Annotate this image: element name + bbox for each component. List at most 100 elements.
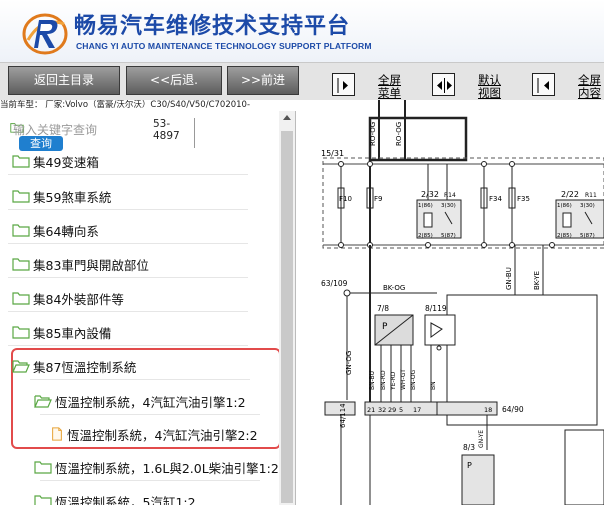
code-line: 53- (153, 118, 171, 130)
fuse-label: F34 (489, 195, 502, 203)
tree-item-climate-4cyl-petrol-1[interactable]: 恆溫控制系統，4汽缸汽油引擎1:2 (34, 391, 246, 411)
wire-label: BN-RD (380, 370, 387, 390)
tree-item-label: 集59煞車系統 (33, 189, 112, 205)
document-icon (52, 427, 62, 441)
folder-icon (12, 155, 30, 168)
search-result-code: 53- 4897 (153, 118, 195, 148)
divider (8, 209, 248, 210)
wire-label: WH-GT (400, 369, 407, 390)
tree-scrollbar[interactable] (279, 111, 295, 505)
tree-item-label: 恆溫控制系統，4汽缸汽油引擎1:2 (55, 394, 246, 410)
tree-item-label: 集83車門與開啟部位 (33, 257, 149, 273)
fuse-label: F35 (517, 195, 530, 203)
divider (40, 480, 260, 481)
bus-label: 15/31 (321, 149, 344, 158)
folder-open-icon (34, 395, 52, 408)
scroll-thumb[interactable] (281, 131, 293, 503)
folder-icon (34, 495, 52, 505)
toolbar: 返回主目录 <<后退. >>前进 全屏菜单 默认视图 全屏内容 (0, 62, 604, 100)
folder-icon (12, 326, 30, 339)
folder-icon (12, 190, 30, 203)
folder-icon (12, 292, 30, 305)
search-button[interactable]: 查询 (19, 136, 63, 151)
tree-item-climate-5cyl-1[interactable]: 恆溫控制系統，5汽缸1:2 (34, 491, 196, 505)
tree-item-transmission[interactable]: 集49变速箱 (12, 151, 99, 171)
wire-label: RO-OG (395, 122, 403, 146)
home-button[interactable]: 返回主目录 (8, 66, 120, 95)
current-model-bar: 当前车型： 厂家:Volvo（富豪/沃尔沃）C30/S40/V50/C70201… (0, 100, 296, 111)
divider (8, 277, 248, 278)
tree-item-brakes[interactable]: 集59煞車系統 (12, 186, 111, 206)
tree-item-interior[interactable]: 集85車內設備 (12, 322, 111, 342)
tree-item-climate-4cyl-petrol-2[interactable]: 恆溫控制系統，4汽缸汽油引擎2:2 (50, 424, 258, 444)
component-label: 8/119 (425, 304, 447, 313)
fullscreen-menu-link[interactable]: 全屏菜单 (378, 74, 404, 100)
tree-item-label: 恆溫控制系統，5汽缸1:2 (55, 494, 196, 505)
folder-open-icon (12, 360, 30, 373)
pin-number: 5 (399, 406, 403, 414)
pin-number: 17 (413, 406, 421, 414)
tree-item-climate-diesel-1[interactable]: 恆溫控制系統，1.6L與2.0L柴油引擎1:2 (34, 457, 279, 477)
fullscreen-content-link[interactable]: 全屏内容 (578, 74, 604, 100)
ground-label: 63/109 (321, 279, 348, 288)
connector-label: 64/90 (502, 405, 524, 414)
app-header: 畅易汽车维修技术支持平台 CHANG YI AUTO MAINTENANCE T… (0, 0, 604, 62)
scroll-up-arrow-icon[interactable] (279, 111, 295, 125)
wire-label: GN-YE (478, 430, 485, 448)
pin-number: 32 (378, 406, 386, 414)
app-subtitle: CHANG YI AUTO MAINTENANCE TECHNOLOGY SUP… (76, 41, 372, 51)
divider (40, 414, 260, 415)
relay-pin: 5(87) (580, 233, 595, 239)
folder-icon (34, 461, 52, 474)
default-view-link[interactable]: 默认视图 (478, 74, 504, 100)
component-letter: P (467, 461, 472, 470)
default-view-icon[interactable] (432, 73, 455, 96)
tree-item-exterior[interactable]: 集84外裝部件等 (12, 288, 124, 308)
code-line: 4897 (153, 130, 180, 142)
forward-button[interactable]: >>前进 (227, 66, 299, 95)
divider (8, 311, 248, 312)
fullscreen-content-icon[interactable] (532, 73, 555, 96)
folder-icon (12, 258, 30, 271)
tree-item-climate-control[interactable]: 集87恆溫控制系統 (12, 356, 136, 376)
tree-item-label: 集49变速箱 (33, 154, 99, 170)
wiring-diagram-viewer: RO-OG RO-OG 15/31 F10 F9 F34 F35 2/32 R1… (297, 100, 604, 505)
relay-pin: 5(87) (441, 233, 456, 239)
divider (8, 345, 248, 346)
tree-item-label: 集87恆溫控制系統 (33, 359, 137, 375)
tree-item-steering[interactable]: 集64轉向系 (12, 220, 99, 240)
wire-label: YE-RD (390, 371, 397, 391)
component-letter: P (382, 322, 388, 332)
wiring-diagram: RO-OG RO-OG 15/31 F10 F9 F34 F35 2/32 R1… (321, 100, 604, 505)
relay-ref: R14 (444, 192, 456, 199)
pin-number: 21 (367, 406, 375, 414)
tree-item-label: 集85車內設備 (33, 325, 112, 341)
tree-item-label: 恆溫控制系統，1.6L與2.0L柴油引擎1:2 (55, 460, 279, 476)
platform-logo (22, 13, 68, 55)
pin-number: 18 (484, 406, 492, 414)
back-button[interactable]: <<后退. (126, 66, 222, 95)
relay-pin: 3(30) (580, 203, 595, 209)
folder-icon (12, 224, 30, 237)
connector-label: 64/114 (339, 403, 347, 428)
tree-item-label: 集84外裝部件等 (33, 291, 124, 307)
catalog-tree-pane: 集49变速箱 集59煞車系統 集64轉向系 集83車門與開啟部位 集84外裝部件… (0, 111, 296, 505)
fuse-label: F9 (374, 195, 382, 203)
tree-item-label: 恆溫控制系統，4汽缸汽油引擎2:2 (67, 427, 258, 443)
divider (8, 243, 248, 244)
wire-label: RO-OG (369, 122, 377, 146)
divider (8, 174, 248, 175)
wire-label: GN-OG (345, 351, 353, 375)
wire-label: BK-OG (383, 284, 405, 292)
tree-item-doors[interactable]: 集83車門與開啟部位 (12, 254, 149, 274)
relay-pin: 1(86) (557, 203, 572, 209)
pin-number: 29 (388, 406, 396, 414)
tree-item-label: 集64轉向系 (33, 223, 99, 239)
relay-ref: R11 (585, 192, 597, 199)
relay-pin: 2(85) (418, 233, 433, 239)
relay-pin: 3(30) (441, 203, 456, 209)
wire-label: BN-BU (369, 371, 376, 390)
relay-pin: 2(85) (557, 233, 572, 239)
fullscreen-menu-icon[interactable] (332, 73, 355, 96)
divider (30, 379, 250, 380)
